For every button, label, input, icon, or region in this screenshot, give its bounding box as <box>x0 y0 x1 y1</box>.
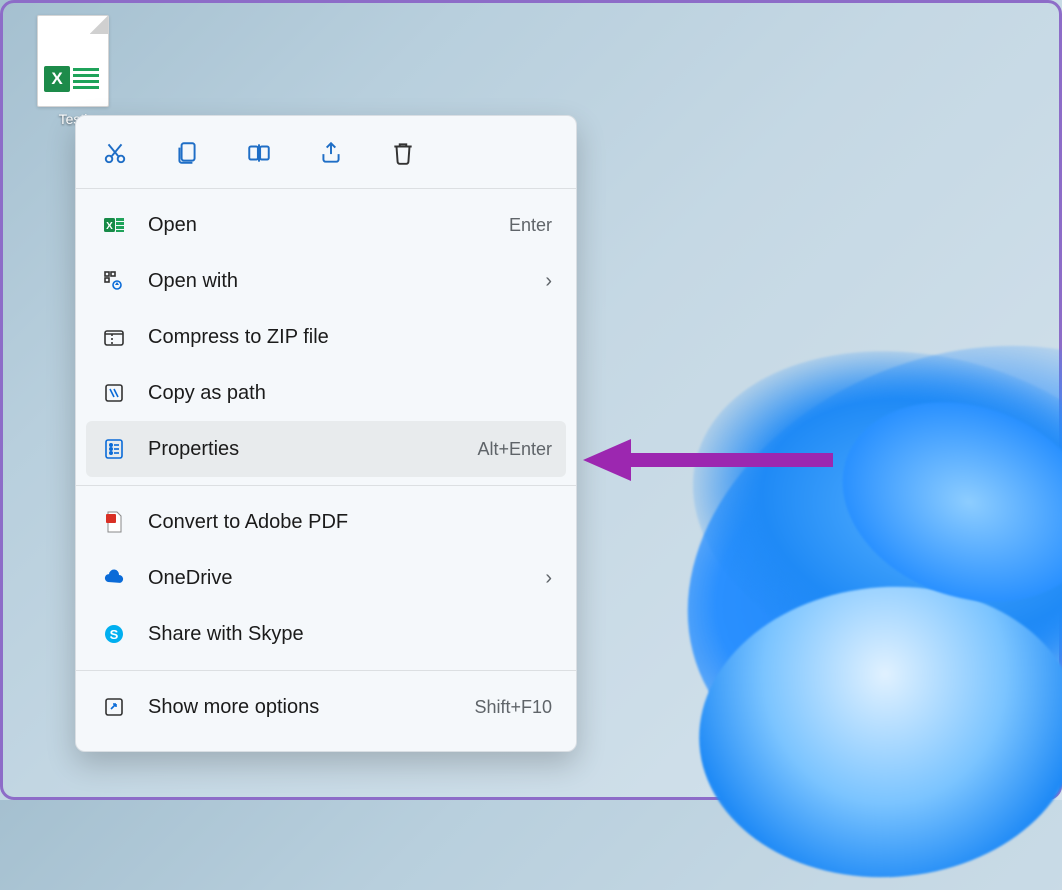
cut-button[interactable] <box>100 138 130 168</box>
menu-item-share-skype[interactable]: S Share with Skype <box>86 606 566 662</box>
rename-button[interactable] <box>244 138 274 168</box>
menu-item-label: Copy as path <box>148 382 552 405</box>
menu-item-open-with[interactable]: Open with › <box>86 253 566 309</box>
menu-item-label: Open with <box>148 270 545 293</box>
desktop-file-excel[interactable]: X Testi <box>25 15 121 127</box>
svg-text:X: X <box>106 221 113 232</box>
skype-icon: S <box>100 620 128 648</box>
delete-button[interactable] <box>388 138 418 168</box>
annotation-arrow <box>583 433 833 487</box>
menu-item-label: Open <box>148 214 509 237</box>
menu-item-label: Properties <box>148 438 477 461</box>
menu-item-shortcut: Alt+Enter <box>477 439 552 460</box>
excel-file-icon: X <box>37 15 109 107</box>
copy-icon <box>174 140 200 166</box>
menu-item-compress-zip[interactable]: Compress to ZIP file <box>86 309 566 365</box>
menu-item-label: Compress to ZIP file <box>148 326 552 349</box>
share-button[interactable] <box>316 138 346 168</box>
menu-item-onedrive[interactable]: OneDrive › <box>86 550 566 606</box>
excel-icon: X <box>100 211 128 239</box>
zip-icon <box>100 323 128 351</box>
properties-icon <box>100 435 128 463</box>
menu-item-show-more[interactable]: Show more options Shift+F10 <box>86 679 566 735</box>
more-icon <box>100 693 128 721</box>
menu-item-convert-pdf[interactable]: Convert to Adobe PDF <box>86 494 566 550</box>
open-with-icon <box>100 267 128 295</box>
menu-item-shortcut: Enter <box>509 215 552 236</box>
menu-group-1: X Open Enter Open with › Compress to ZIP… <box>76 189 576 485</box>
menu-item-shortcut: Shift+F10 <box>474 697 552 718</box>
cut-icon <box>102 140 128 166</box>
wallpaper-swirl <box>519 237 1062 857</box>
svg-text:S: S <box>110 627 119 642</box>
share-icon <box>318 140 344 166</box>
menu-item-open[interactable]: X Open Enter <box>86 197 566 253</box>
menu-item-label: Share with Skype <box>148 623 552 646</box>
menu-group-2: Convert to Adobe PDF OneDrive › S Share … <box>76 486 576 670</box>
delete-icon <box>390 140 416 166</box>
menu-item-copy-path[interactable]: Copy as path <box>86 365 566 421</box>
chevron-right-icon: › <box>545 567 552 590</box>
context-menu: X Open Enter Open with › Compress to ZIP… <box>75 115 577 752</box>
chevron-right-icon: › <box>545 270 552 293</box>
copy-path-icon <box>100 379 128 407</box>
menu-item-label: OneDrive <box>148 567 545 590</box>
onedrive-icon <box>100 564 128 592</box>
menu-item-label: Show more options <box>148 696 474 719</box>
menu-item-label: Convert to Adobe PDF <box>148 511 552 534</box>
pdf-icon <box>100 508 128 536</box>
context-action-bar <box>76 116 576 188</box>
copy-button[interactable] <box>172 138 202 168</box>
menu-item-properties[interactable]: Properties Alt+Enter <box>86 421 566 477</box>
rename-icon <box>246 140 272 166</box>
menu-group-3: Show more options Shift+F10 <box>76 671 576 743</box>
